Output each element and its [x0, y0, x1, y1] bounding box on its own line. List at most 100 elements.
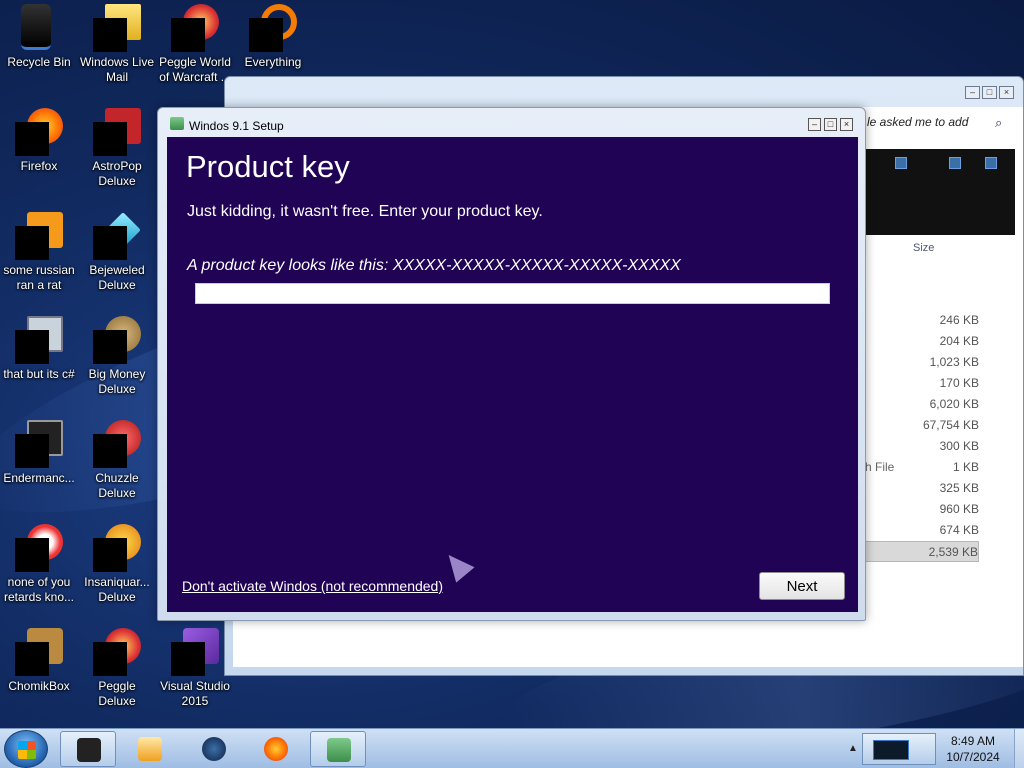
taskbar-item-media-player[interactable] [122, 731, 178, 767]
desktop-icon-that-but-its-csharp[interactable]: that but its c# [0, 312, 78, 382]
view-icon[interactable] [895, 157, 907, 169]
explorer-toolbar [865, 149, 1015, 235]
chuzzle-icon [93, 420, 141, 468]
clock-date: 10/7/2024 [946, 750, 1000, 764]
clock[interactable]: 8:49 AM 10/7/2024 [940, 733, 1006, 765]
firefox-icon [264, 737, 288, 761]
file-size: 674 KB [939, 523, 979, 537]
astropop-icon [93, 108, 141, 156]
terminal-icon [15, 420, 63, 468]
desktop-icon-some-russian[interactable]: some russian ran a rat [0, 208, 78, 293]
file-row[interactable]: 6,020 KB [865, 394, 979, 415]
close-button[interactable]: × [999, 86, 1014, 99]
desktop-icon-insaniquarium[interactable]: Insaniquar... Deluxe [78, 520, 156, 605]
taskbar-item-terminal[interactable] [60, 731, 116, 767]
next-button[interactable]: Next [759, 572, 845, 600]
file-row[interactable]: 674 KB [865, 520, 979, 541]
windows-logo-icon [18, 741, 36, 759]
file-row[interactable]: 960 KB [865, 499, 979, 520]
desktop-icon-astropop[interactable]: AstroPop Deluxe [78, 104, 156, 189]
app-icon [15, 524, 63, 572]
instruction-text: Just kidding, it wasn't free. Enter your… [187, 203, 543, 220]
desktop-icon-chomikbox[interactable]: ChomikBox [0, 624, 78, 694]
mail-icon [93, 4, 141, 52]
start-button[interactable] [4, 730, 48, 768]
key-format-hint: A product key looks like this: XXXXX-XXX… [187, 257, 681, 274]
desktop-icon-everything[interactable]: Everything [234, 0, 312, 70]
desktop-icon-windows-live-mail[interactable]: Windows Live Mail [78, 0, 156, 85]
file-size: 960 KB [939, 502, 979, 516]
globe-icon [202, 737, 226, 761]
fish-icon [93, 524, 141, 572]
setup-dialog[interactable]: Windos 9.1 Setup – □ × Product key Just … [157, 107, 866, 621]
firefox-icon [15, 108, 63, 156]
close-button[interactable]: × [840, 118, 853, 131]
file-row-selected[interactable]: 2,539 KB [865, 541, 979, 562]
minimize-button[interactable]: – [965, 86, 980, 99]
chomikbox-icon [15, 628, 63, 676]
peggle-icon [93, 628, 141, 676]
desktop-icon-big-money[interactable]: Big Money Deluxe [78, 312, 156, 397]
tray-app[interactable] [862, 733, 936, 765]
desktop-icon-recycle-bin[interactable]: Recycle Bin [0, 0, 78, 70]
gem-icon [93, 212, 141, 260]
search-icon[interactable]: ⌕ [995, 115, 1002, 131]
file-size: 2,539 KB [928, 545, 978, 559]
file-type: h File [865, 460, 895, 474]
file-size: 170 KB [939, 376, 979, 390]
page-title: Product key [186, 149, 350, 184]
search-magnifier-icon [249, 4, 297, 52]
file-icon [15, 212, 63, 260]
file-size: 246 KB [939, 313, 979, 327]
file-size: 1 KB [952, 460, 979, 474]
chevron-up-icon[interactable]: ▲ [848, 743, 858, 754]
media-player-icon [138, 737, 162, 761]
dialog-title: Windos 9.1 Setup [189, 119, 284, 133]
column-header-size[interactable]: Size [913, 242, 934, 254]
peggle-icon [171, 4, 219, 52]
product-key-panel: Product key Just kidding, it wasn't free… [167, 137, 858, 612]
taskbar-item-firefox[interactable] [248, 731, 304, 767]
file-row[interactable]: 67,754 KB [865, 415, 979, 436]
recycle-bin-icon [15, 4, 63, 52]
system-tray: ▲ 8:49 AM 10/7/2024 [840, 729, 1024, 768]
product-key-input[interactable] [195, 283, 830, 304]
desktop-icon-none-of-you[interactable]: none of you retards kno... [0, 520, 78, 605]
file-row[interactable]: 1,023 KB [865, 352, 979, 373]
desktop-icon-peggle-wow[interactable]: Peggle World of Warcraft ... [156, 0, 234, 85]
windows-stack-icon [15, 316, 63, 364]
taskbar-item-browser[interactable] [186, 731, 242, 767]
file-row[interactable]: 325 KB [865, 478, 979, 499]
setup-icon [327, 738, 351, 762]
view-icon[interactable] [949, 157, 961, 169]
search-box-text[interactable]: le asked me to add [867, 115, 968, 129]
preview-icon[interactable] [985, 157, 997, 169]
desktop-icon-peggle-deluxe[interactable]: Peggle Deluxe [78, 624, 156, 709]
taskbar-item-setup[interactable] [310, 731, 366, 767]
minimize-button[interactable]: – [808, 118, 821, 131]
maximize-button[interactable]: □ [982, 86, 997, 99]
maximize-button[interactable]: □ [824, 118, 837, 131]
file-row[interactable]: 170 KB [865, 373, 979, 394]
skip-activation-link[interactable]: Don't activate Windos (not recommended) [182, 578, 443, 594]
file-size: 67,754 KB [922, 418, 979, 432]
show-desktop-button[interactable] [1014, 729, 1024, 768]
file-row[interactable]: 246 KB [865, 310, 979, 331]
money-bag-icon [93, 316, 141, 364]
file-size: 325 KB [939, 481, 979, 495]
desktop-icon-endermanc[interactable]: Endermanc... [0, 416, 78, 486]
desktop-icon-bejeweled[interactable]: Bejeweled Deluxe [78, 208, 156, 293]
desktop-icon-visual-studio[interactable]: Visual Studio 2015 [156, 624, 234, 709]
taskbar: ▲ 8:49 AM 10/7/2024 [0, 728, 1024, 768]
file-size: 1,023 KB [929, 355, 979, 369]
desktop-icon-chuzzle[interactable]: Chuzzle Deluxe [78, 416, 156, 501]
file-row[interactable]: 204 KB [865, 331, 979, 352]
file-row[interactable]: 300 KB [865, 436, 979, 457]
app-icon [873, 740, 909, 760]
desktop-icon-firefox[interactable]: Firefox [0, 104, 78, 174]
file-size: 6,020 KB [929, 397, 979, 411]
file-size: 204 KB [939, 334, 979, 348]
file-row[interactable]: h File 1 KB [865, 457, 979, 478]
terminal-icon [77, 738, 101, 762]
visual-studio-icon [171, 628, 219, 676]
